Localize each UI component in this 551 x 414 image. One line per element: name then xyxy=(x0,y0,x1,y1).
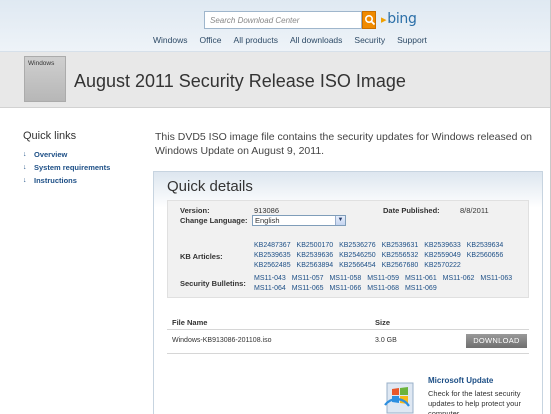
file-name-header: File Name xyxy=(172,318,208,327)
kb-article-link[interactable]: KB2539631 xyxy=(382,242,419,249)
bulletin-link[interactable]: MS11-059 xyxy=(367,275,399,282)
quick-links-list: ↓ Overview ↓ System requirements ↓ Instr… xyxy=(23,148,110,187)
nav-all-downloads[interactable]: All downloads xyxy=(284,35,348,47)
divider xyxy=(167,329,529,330)
quick-link-label: System requirements xyxy=(34,163,111,172)
download-button[interactable]: DOWNLOAD xyxy=(466,334,527,348)
bulletin-link[interactable]: MS11-063 xyxy=(480,275,512,282)
kb-article-link[interactable]: KB2563894 xyxy=(297,262,334,269)
search-icon xyxy=(364,14,376,26)
bulletin-link[interactable]: MS11-057 xyxy=(292,275,324,282)
version-label: Version: xyxy=(180,206,210,215)
date-published-value: 8/8/2011 xyxy=(460,206,489,215)
arrow-down-icon: ↓ xyxy=(23,164,27,171)
kb-article-link[interactable]: KB2559049 xyxy=(424,252,461,259)
bulletin-link[interactable]: MS11-058 xyxy=(329,275,361,282)
kb-article-link[interactable]: KB2546250 xyxy=(339,252,376,259)
bulletin-link[interactable]: MS11-043 xyxy=(254,275,286,282)
kb-article-link[interactable]: KB2562485 xyxy=(254,262,291,269)
chevron-down-icon[interactable]: ▼ xyxy=(335,216,345,225)
kb-article-link[interactable]: KB2487367 xyxy=(254,242,291,249)
kb-article-link[interactable]: KB2500170 xyxy=(297,242,334,249)
arrow-down-icon: ↓ xyxy=(23,177,27,184)
bing-brand-text: bing xyxy=(387,11,417,27)
language-select[interactable]: English ▼ xyxy=(252,215,346,226)
nav-security[interactable]: Security xyxy=(348,35,391,47)
microsoft-update-text: Check for the latest security updates to… xyxy=(428,389,521,414)
language-select-value: English xyxy=(255,216,280,225)
page-title: August 2011 Security Release ISO Image xyxy=(74,71,406,91)
version-value: 913086 xyxy=(254,206,280,215)
bing-mark-icon: ▸ xyxy=(381,13,387,26)
kb-article-link[interactable]: KB2539636 xyxy=(297,252,334,259)
file-size: 3.0 GB xyxy=(375,337,397,344)
quick-link-overview[interactable]: ↓ Overview xyxy=(23,148,110,161)
bulletin-link[interactable]: MS11-068 xyxy=(367,285,399,292)
kb-article-link[interactable]: KB2556532 xyxy=(382,252,419,259)
kb-articles-label: KB Articles: xyxy=(180,252,223,261)
download-description: This DVD5 ISO image file contains the se… xyxy=(155,131,533,157)
nav-windows[interactable]: Windows xyxy=(147,35,193,47)
quick-link-system-requirements[interactable]: ↓ System requirements xyxy=(23,161,110,174)
security-bulletins-list: MS11-043 MS11-057 MS11-058 MS11-059 MS11… xyxy=(254,274,528,294)
nav-all-products[interactable]: All products xyxy=(228,35,284,47)
quick-link-label: Instructions xyxy=(34,176,77,185)
kb-articles-list: KB2487367 KB2500170 KB2536276 KB2539631 … xyxy=(254,241,528,271)
quick-details-title: Quick details xyxy=(167,178,253,195)
kb-article-link[interactable]: KB2536276 xyxy=(339,242,376,249)
thumbnail-label: Windows xyxy=(28,60,55,67)
kb-article-link[interactable]: KB2539635 xyxy=(254,252,291,259)
bulletin-link[interactable]: MS11-069 xyxy=(405,285,437,292)
bulletin-link[interactable]: MS11-064 xyxy=(254,285,286,292)
product-thumbnail: Windows xyxy=(24,56,66,102)
kb-article-link[interactable]: KB2560656 xyxy=(467,252,504,259)
nav-support[interactable]: Support xyxy=(391,35,433,47)
quick-links-title: Quick links xyxy=(23,130,77,142)
file-size-header: Size xyxy=(375,318,391,327)
arrow-down-icon: ↓ xyxy=(23,151,27,158)
nav-office[interactable]: Office xyxy=(193,35,227,47)
microsoft-update-link[interactable]: Microsoft Update xyxy=(428,376,493,385)
search-button[interactable] xyxy=(362,11,376,29)
search-input[interactable]: Search Download Center xyxy=(204,11,362,29)
kb-article-link[interactable]: KB2539633 xyxy=(424,242,461,249)
file-name: Windows-KB913086-201108.iso xyxy=(172,337,272,344)
kb-article-link[interactable]: KB2539634 xyxy=(467,242,504,249)
change-language-label: Change Language: xyxy=(180,216,248,225)
windows-update-icon[interactable] xyxy=(383,375,417,414)
date-published-label: Date Published: xyxy=(383,206,440,215)
divider xyxy=(167,353,529,354)
browser-page: Search Download Center ▸bing Windows Off… xyxy=(0,0,551,414)
kb-article-link[interactable]: KB2566454 xyxy=(339,262,376,269)
security-bulletins-label: Security Bulletins: xyxy=(180,279,246,288)
bulletin-link[interactable]: MS11-066 xyxy=(329,285,361,292)
kb-article-link[interactable]: KB2567680 xyxy=(382,262,419,269)
top-nav: Windows Office All products All download… xyxy=(147,35,433,47)
kb-article-link[interactable]: KB2570222 xyxy=(424,262,461,269)
quick-link-instructions[interactable]: ↓ Instructions xyxy=(23,174,110,187)
bulletin-link[interactable]: MS11-065 xyxy=(292,285,324,292)
quick-link-label: Overview xyxy=(34,150,68,159)
bing-logo: ▸bing xyxy=(381,11,417,27)
bulletin-link[interactable]: MS11-061 xyxy=(405,275,437,282)
bulletin-link[interactable]: MS11-062 xyxy=(443,275,475,282)
